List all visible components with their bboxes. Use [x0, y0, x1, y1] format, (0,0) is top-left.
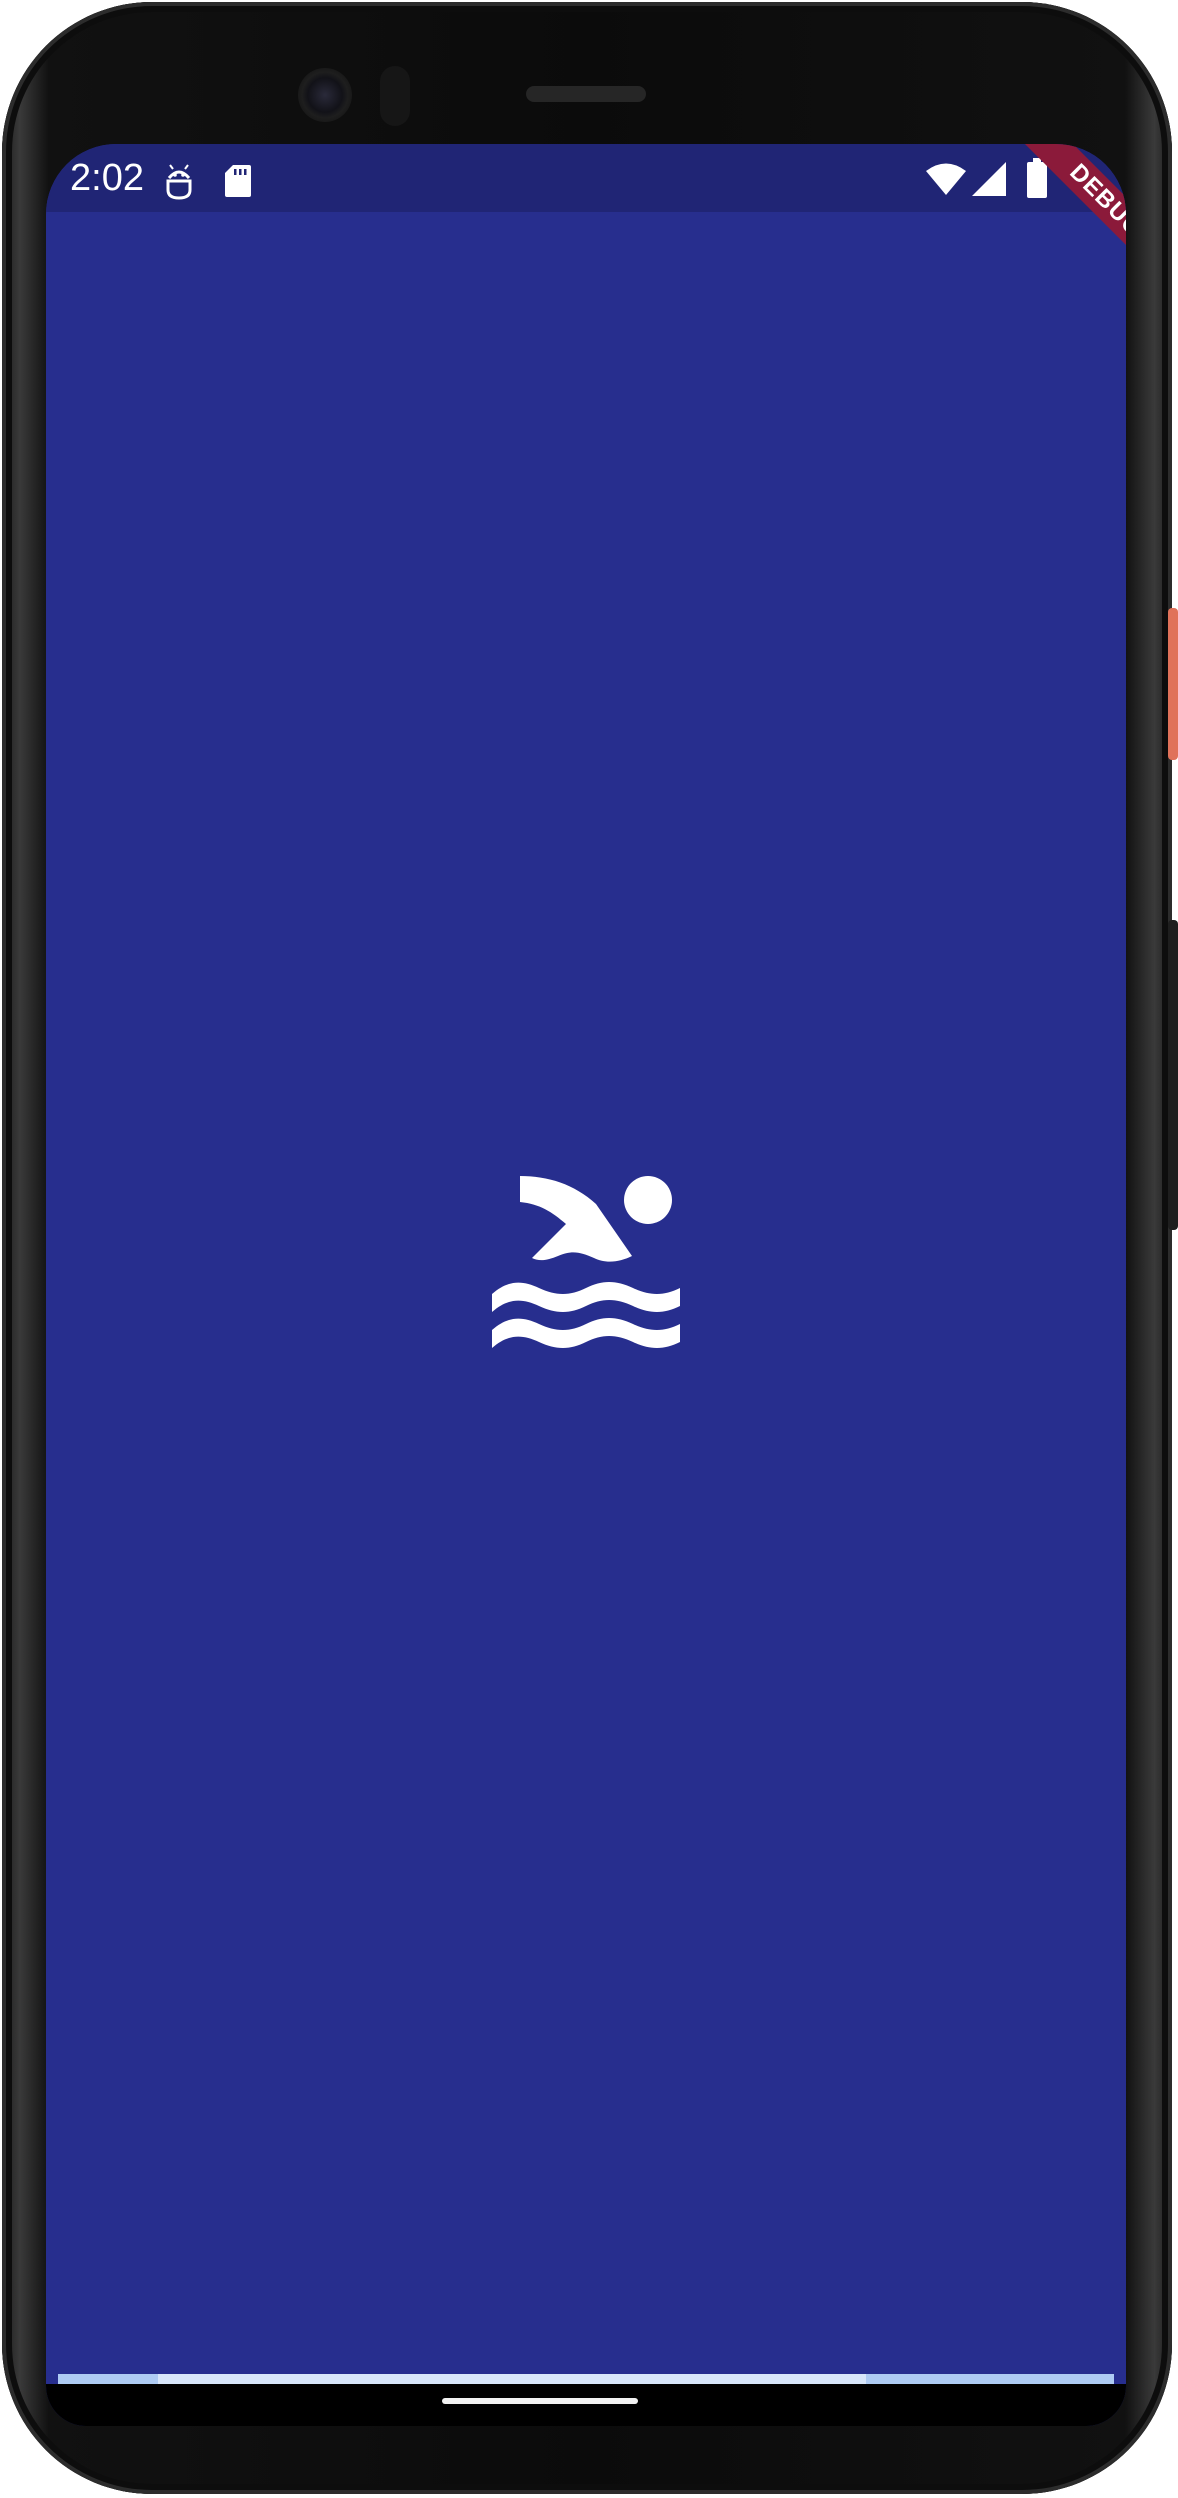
- home-gesture-handle[interactable]: [442, 2398, 638, 2404]
- android-debug-icon: [164, 164, 194, 205]
- swimming-icon: [492, 1176, 680, 1348]
- navigation-bar: [46, 2384, 1126, 2426]
- loading-progress-fill: [158, 2374, 866, 2384]
- app-screen: 2:02 DEBUG: [46, 144, 1126, 2426]
- loading-progress-bar: [58, 2374, 1114, 2384]
- volume-button: [1168, 920, 1178, 1230]
- wifi-icon: [926, 162, 966, 201]
- proximity-sensor: [380, 66, 410, 126]
- sd-card-icon: [224, 164, 252, 203]
- status-bar: 2:02: [46, 144, 1126, 212]
- cell-signal-icon: [972, 162, 1006, 201]
- earpiece-speaker: [526, 86, 646, 102]
- battery-icon: [1026, 158, 1048, 203]
- power-button: [1168, 608, 1178, 760]
- status-time: 2:02: [70, 157, 144, 199]
- front-camera: [298, 68, 352, 122]
